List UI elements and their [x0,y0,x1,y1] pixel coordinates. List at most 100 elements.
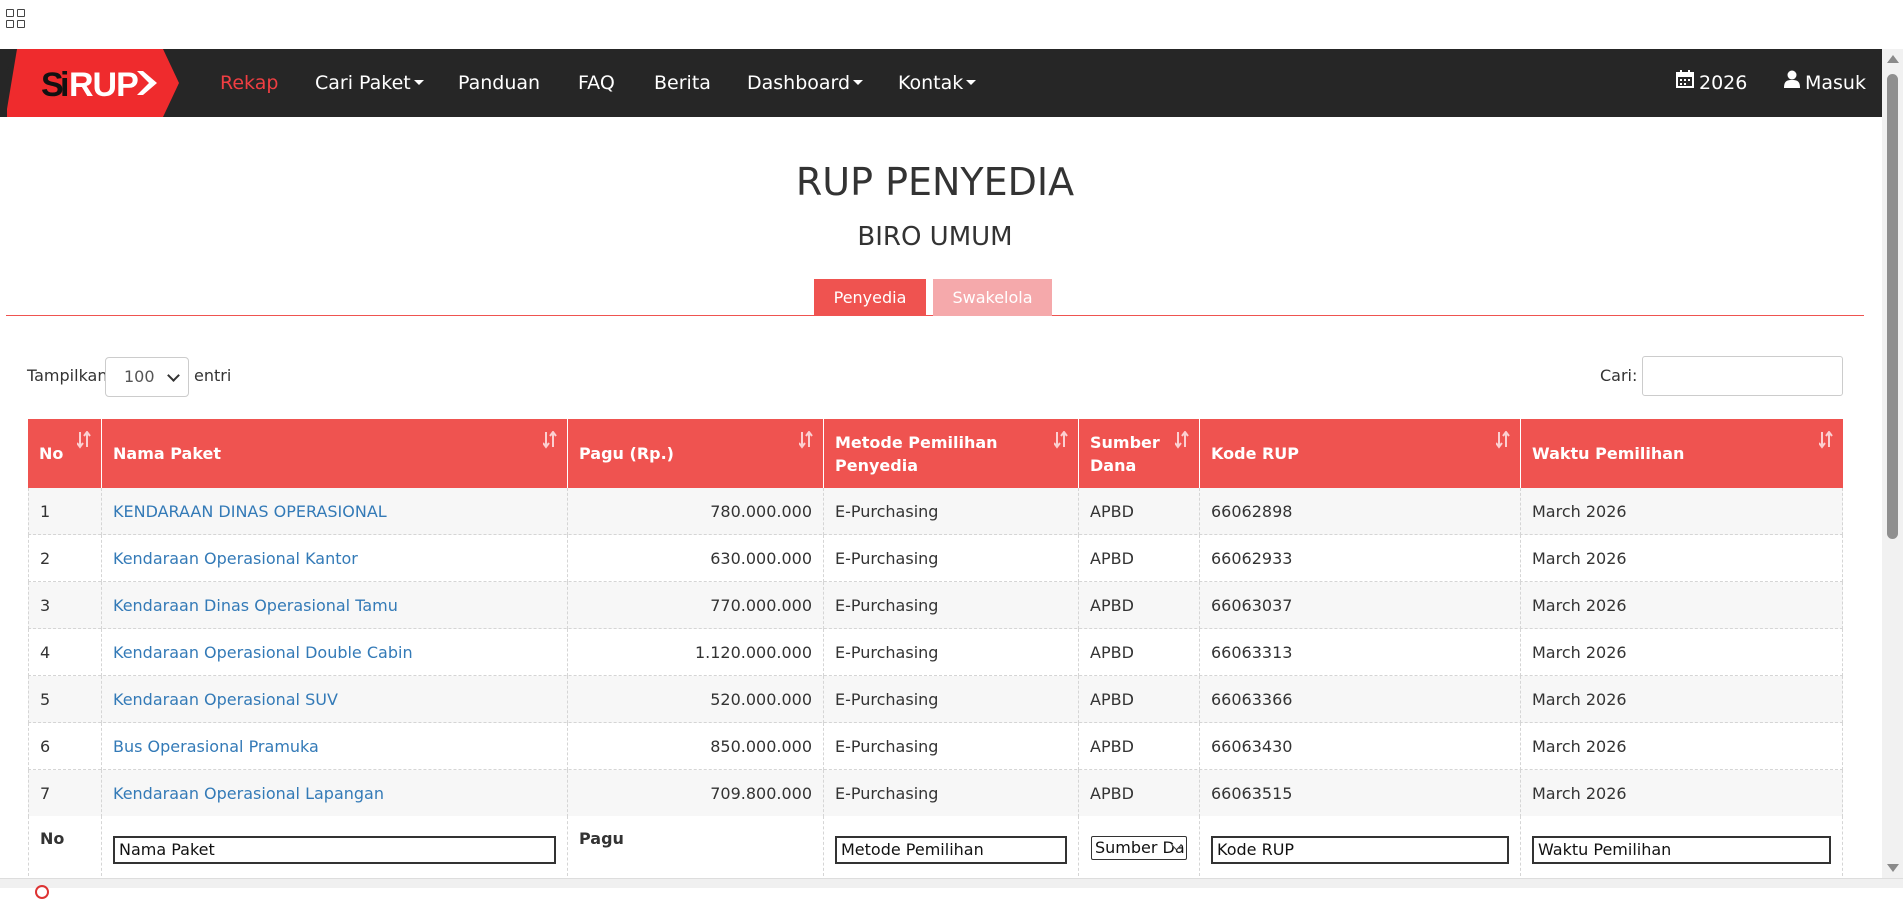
col-header-pagu-label: Pagu (Rp.) [579,444,674,463]
paket-link[interactable]: Kendaraan Operasional Lapangan [113,784,384,803]
paket-link[interactable]: KENDARAAN DINAS OPERASIONAL [113,502,387,521]
nav-year-label: 2026 [1699,72,1748,94]
scrollbar-thumb[interactable] [1887,74,1898,539]
cell-pagu: 630.000.000 [568,535,824,582]
nav-cari-paket-label: Cari Paket [315,72,411,94]
nav-login[interactable]: Masuk [1784,49,1866,117]
page-scrollbar[interactable] [1882,49,1903,878]
page-subtitle: BIRO UMUM [857,222,1013,252]
cell-metode: E-Purchasing [824,770,1079,817]
chevron-down-icon [853,80,864,85]
filter-kode-rup-input[interactable]: Kode RUP [1211,836,1509,864]
calendar-icon [1676,48,1694,116]
nav-panduan[interactable]: Panduan [458,49,540,117]
chevron-down-icon [966,80,977,85]
nav-panduan-label: Panduan [458,72,541,94]
cell-no: 3 [28,582,102,629]
search-input[interactable] [1642,356,1843,396]
cell-waktu: March 2026 [1521,582,1843,629]
cell-waktu: March 2026 [1521,488,1843,535]
filter-pagu-label: Pagu [579,829,624,848]
paket-link[interactable]: Kendaraan Operasional SUV [113,690,338,709]
sort-icon [1175,431,1189,449]
search-label: Cari: [1600,366,1638,385]
show-entries-label: Tampilkan [27,366,108,385]
paket-link[interactable]: Kendaraan Dinas Operasional Tamu [113,596,398,615]
cell-nama-paket[interactable]: Kendaraan Operasional Kantor [102,535,568,582]
page-length-value: 100 [124,367,155,386]
cell-nama-paket[interactable]: Kendaraan Operasional Lapangan [102,770,568,817]
cell-no: 1 [28,488,102,535]
browser-top-strip [0,0,1903,49]
table-row: 6 Bus Operasional Pramuka 850.000.000 E-Pur… [28,723,1843,770]
nav-rekap[interactable]: Rekap [220,49,278,117]
chevron-down-icon [413,80,424,85]
filter-waktu-input[interactable]: Waktu Pemilihan [1532,836,1831,864]
filter-cell-sumber-dana: Sumber Dana [1079,816,1200,876]
cell-pagu: 780.000.000 [568,488,824,535]
sirup-logo[interactable]: S i RUP [7,49,179,117]
col-header-waktu[interactable]: Waktu Pemilihan [1521,419,1843,488]
cell-nama-paket[interactable]: Kendaraan Operasional SUV [102,676,568,723]
cell-waktu: March 2026 [1521,535,1843,582]
cell-kode-rup: 66063366 [1200,676,1521,723]
nav-faq-label: FAQ [578,72,615,94]
page-length-select[interactable]: 100 [105,357,189,397]
svg-text:RUP: RUP [69,66,138,104]
col-header-nama-paket[interactable]: Nama Paket [102,419,568,488]
filter-metode-input[interactable]: Metode Pemilihan [835,836,1067,864]
cell-no: 6 [28,723,102,770]
table-row: 7 Kendaraan Operasional Lapangan 709.800.0… [28,770,1843,817]
cell-pagu: 520.000.000 [568,676,824,723]
cell-sumber-dana: APBD [1079,723,1200,770]
entries-label: entri [194,366,232,385]
cell-sumber-dana: APBD [1079,582,1200,629]
status-dot-icon [35,885,49,899]
paket-link[interactable]: Kendaraan Operasional Double Cabin [113,643,413,662]
nav-berita-label: Berita [654,72,711,94]
filter-sumber-dana-select[interactable]: Sumber Dana [1091,836,1187,860]
tab-penyedia[interactable]: Penyedia [814,279,926,316]
nav-berita[interactable]: Berita [654,49,711,117]
nav-cari-paket[interactable]: Cari Paket [315,49,424,117]
paket-link[interactable]: Kendaraan Operasional Kantor [113,549,358,568]
cell-nama-paket[interactable]: KENDARAAN DINAS OPERASIONAL [102,488,568,535]
sort-icon [799,431,813,449]
cell-nama-paket[interactable]: Bus Operasional Pramuka [102,723,568,770]
nav-year[interactable]: 2026 [1676,49,1747,117]
nav-faq[interactable]: FAQ [578,49,615,117]
col-header-sumber-dana-label: Sumber Dana [1090,432,1160,475]
col-header-pagu[interactable]: Pagu (Rp.) [568,419,824,488]
tab-bar: Penyedia Swakelola [6,279,1864,316]
cell-metode: E-Purchasing [824,629,1079,676]
col-header-metode[interactable]: Metode Pemilihan Penyedia [824,419,1079,488]
col-header-waktu-label: Waktu Pemilihan [1532,444,1685,463]
sort-icon [543,431,557,449]
cell-metode: E-Purchasing [824,676,1079,723]
table-header: No Nama Paket Pagu (Rp.) Metode Pemiliha… [28,419,1843,488]
cell-sumber-dana: APBD [1079,770,1200,817]
cell-nama-paket[interactable]: Kendaraan Dinas Operasional Tamu [102,582,568,629]
apps-grid-icon[interactable] [6,9,26,29]
tab-swakelola[interactable]: Swakelola [933,279,1052,316]
filter-cell-metode: Metode Pemilihan [824,816,1079,876]
scroll-up-icon[interactable] [1887,55,1899,63]
paket-link[interactable]: Bus Operasional Pramuka [113,737,319,756]
filter-cell-nama-paket: Nama Paket [102,816,568,876]
cell-waktu: March 2026 [1521,629,1843,676]
col-header-sumber-dana[interactable]: Sumber Dana [1079,419,1200,488]
table-footer-filters: No Nama Paket Pagu Metode Pemilihan Sumb… [28,816,1843,876]
filter-nama-paket-input[interactable]: Nama Paket [113,836,556,864]
cell-kode-rup: 66063430 [1200,723,1521,770]
navbar: S i RUP Rekap Cari Paket Panduan FAQ Ber… [0,49,1882,117]
table-row: 2 Kendaraan Operasional Kantor 630.000.000… [28,535,1843,582]
nav-kontak[interactable]: Kontak [898,49,977,117]
scroll-down-icon[interactable] [1887,864,1899,872]
nav-dashboard[interactable]: Dashboard [747,49,864,117]
cell-nama-paket[interactable]: Kendaraan Operasional Double Cabin [102,629,568,676]
sort-icon [1819,431,1833,449]
col-header-kode-rup[interactable]: Kode RUP [1200,419,1521,488]
col-header-no[interactable]: No [28,419,102,488]
cell-no: 4 [28,629,102,676]
col-header-metode-label: Metode Pemilihan Penyedia [835,432,998,475]
